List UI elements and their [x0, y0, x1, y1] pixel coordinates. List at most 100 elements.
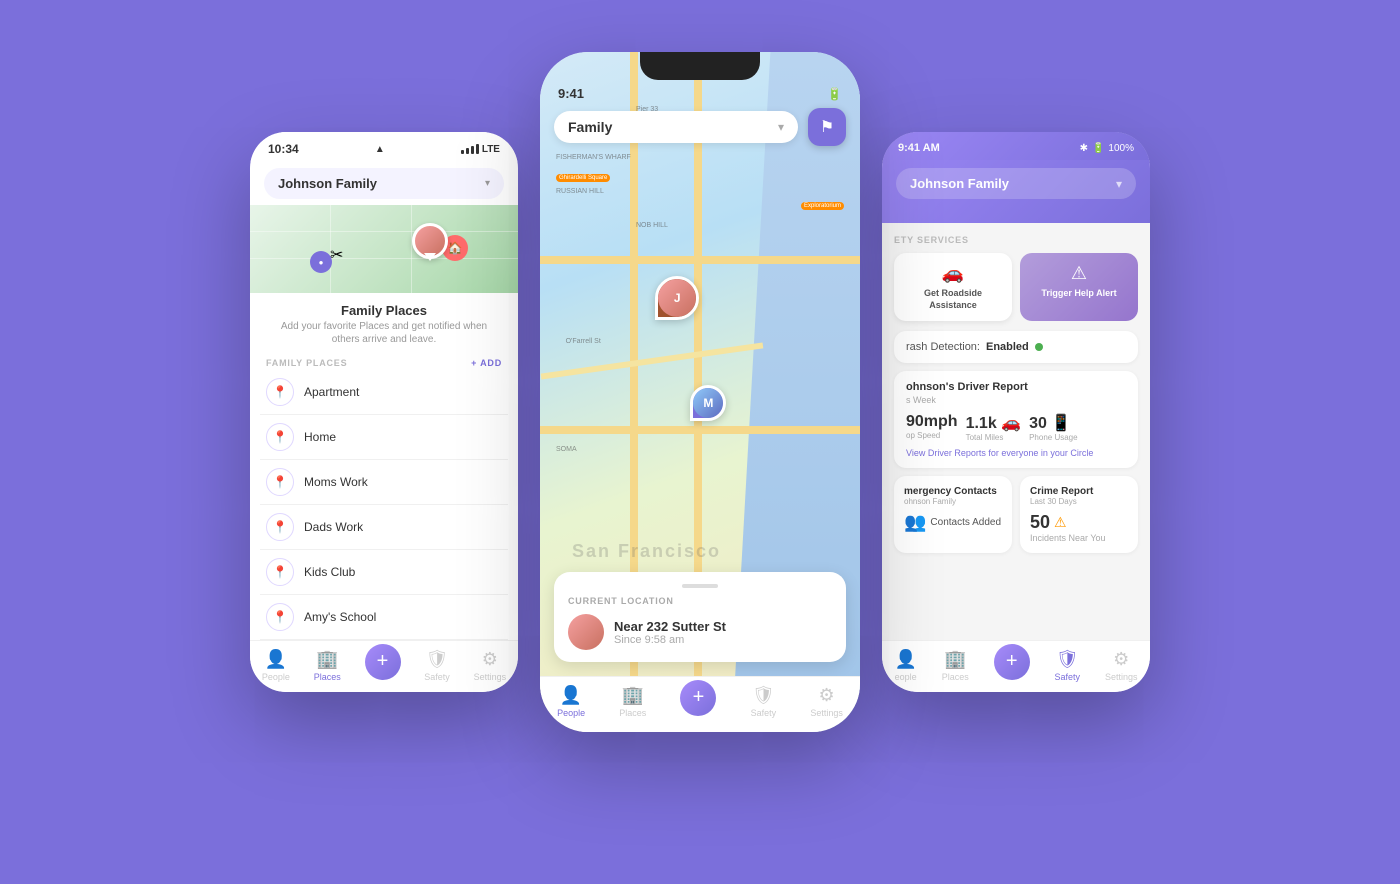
stat-speed-value: 90mph — [906, 413, 958, 431]
car-icon: 🚗 — [942, 263, 964, 284]
poi-exploratorium: Exploratorium — [801, 202, 844, 210]
driver-stats: 90mph op Speed 1.1k 🚗 Total Miles 30 📱 P… — [906, 413, 1126, 442]
place-item-home[interactable]: 📍 Home — [260, 415, 508, 460]
crash-detect-row: rash Detection: Enabled — [906, 341, 1126, 353]
current-location-label: CURRENT LOCATION — [568, 596, 832, 606]
right-nav-safety[interactable]: 🛡 Safety — [1055, 649, 1081, 682]
place-icon-apartment: 📍 — [266, 378, 294, 406]
stat-speed-label: op Speed — [906, 431, 958, 440]
stat-miles-value: 1.1k 🚗 — [966, 413, 1022, 433]
left-phone-inner: 10:34 ▲ LTE Johnson Family ▾ — [250, 132, 518, 692]
left-nav-safety[interactable]: 🛡 Safety — [424, 649, 450, 682]
right-nav-safety-label: Safety — [1055, 672, 1081, 682]
left-status-bar: 10:34 ▲ LTE — [250, 132, 518, 162]
right-phone-inner: 9:41 AM ✱ 🔋 100% Johnson Family ▾ ETY SE… — [882, 132, 1150, 692]
roadside-assistance-button[interactable]: 🚗 Get Roadside Assistance — [894, 253, 1012, 321]
flag-icon: ⚑ — [820, 117, 834, 137]
add-place-link[interactable]: + Add — [471, 358, 502, 368]
map-avatar-2: M — [690, 385, 726, 421]
driver-report-subtitle: s Week — [906, 395, 1126, 405]
right-nav-settings[interactable]: ⚙ Settings — [1105, 649, 1138, 682]
center-phone: 9:41 🔋 San Francisco FISHERMAN'S WHARF P… — [540, 52, 860, 732]
center-family-selector[interactable]: Family ▾ — [554, 111, 798, 143]
center-nav-safety-label: Safety — [751, 708, 777, 718]
right-nav-places[interactable]: 🏢 Places — [942, 649, 969, 682]
help-alert-button[interactable]: ⚠ Trigger Help Alert — [1020, 253, 1138, 321]
place-item-kids-club[interactable]: 📍 Kids Club — [260, 550, 508, 595]
center-nav-places-label: Places — [619, 708, 646, 718]
right-phone: 9:41 AM ✱ 🔋 100% Johnson Family ▾ ETY SE… — [882, 132, 1150, 692]
place-item-moms-work[interactable]: 📍 Moms Work — [260, 460, 508, 505]
emergency-row: 👥 Contacts Added — [904, 512, 1002, 533]
left-nav-people[interactable]: 👤 People — [262, 649, 290, 682]
battery-icon-right: 🔋 — [1092, 143, 1104, 154]
place-item-dads-work[interactable]: 📍 Dads Work — [260, 505, 508, 550]
avatar-circle-2: M — [693, 388, 723, 418]
street-soma: SOMA — [556, 446, 577, 453]
center-nav-safety[interactable]: 🛡 Safety — [751, 685, 777, 718]
center-nav-places[interactable]: 🏢 Places — [619, 685, 646, 718]
left-phone: 10:34 ▲ LTE Johnson Family ▾ — [250, 132, 518, 692]
right-nav-settings-label: Settings — [1105, 672, 1138, 682]
center-nav-plus[interactable]: + — [680, 680, 716, 716]
left-nav-plus[interactable]: + — [365, 644, 401, 680]
family-places-header: Family Places Add your favorite Places a… — [250, 293, 518, 352]
center-nav-settings[interactable]: ⚙ Settings — [810, 685, 843, 718]
current-location-since: Since 9:58 am — [614, 634, 726, 646]
left-family-selector[interactable]: Johnson Family ▾ — [264, 168, 504, 199]
section-label-text: FAMILY PLACES — [266, 358, 347, 368]
safety-services-title: ETY SERVICES — [894, 235, 1138, 245]
gear-icon-left: ⚙ — [482, 649, 498, 670]
green-marker: ● — [310, 251, 332, 273]
center-nav-people[interactable]: 👤 People — [557, 685, 585, 718]
family-places-title: Family Places — [266, 303, 502, 318]
phones-container: 10:34 ▲ LTE Johnson Family ▾ — [250, 52, 1150, 832]
place-icon-amys-school: 📍 — [266, 603, 294, 631]
place-item-amys-school[interactable]: 📍 Amy's School — [260, 595, 508, 640]
shield-icon-left: 🛡 — [426, 649, 449, 670]
map-avatar-1: J — [655, 276, 699, 320]
places-icon-right: 🏢 — [944, 649, 966, 670]
right-family-selector[interactable]: Johnson Family ▾ — [896, 168, 1136, 199]
people-icon-right: 👤 — [894, 649, 916, 670]
place-item-apartment[interactable]: 📍 Apartment — [260, 370, 508, 415]
view-reports-link[interactable]: View Driver Reports for everyone in your… — [906, 448, 1126, 458]
left-nav-safety-label: Safety — [424, 672, 450, 682]
bottom-cards: mergency Contacts ohnson Family 👥 Contac… — [894, 476, 1138, 553]
city-label: San Francisco — [572, 541, 721, 562]
center-notch — [640, 52, 760, 80]
current-location-avatar — [568, 614, 604, 650]
place-icon-kids-club: 📍 — [266, 558, 294, 586]
notification-button[interactable]: ⚑ — [808, 108, 846, 146]
stat-miles-label: Total Miles — [966, 433, 1022, 442]
people-icon-center: 👤 — [560, 685, 582, 706]
crime-subtitle: Last 30 Days — [1030, 497, 1128, 506]
left-nav-settings-label: Settings — [474, 672, 507, 682]
crash-label: rash Detection: — [906, 341, 980, 353]
safety-buttons: 🚗 Get Roadside Assistance ⚠ Trigger Help… — [894, 253, 1138, 321]
pin-tail — [424, 253, 436, 261]
roadside-label: Get Roadside Assistance — [900, 288, 1006, 311]
scissors-icon: ✂ — [330, 245, 343, 265]
place-icon-moms-work: 📍 — [266, 468, 294, 496]
left-nav-people-label: People — [262, 672, 290, 682]
street-nob-hill: NOB HILL — [636, 222, 668, 229]
stat-phone-value: 30 📱 — [1029, 413, 1077, 433]
map-road-h2 — [540, 426, 860, 434]
center-family-name: Family — [568, 119, 612, 135]
current-location-content: Near 232 Sutter St Since 9:58 am — [568, 614, 832, 650]
right-bottom-nav: 👤 eople 🏢 Places + 🛡 Safety ⚙ Settings — [882, 640, 1150, 692]
crime-row: 50 ⚠ — [1030, 512, 1128, 533]
left-nav-settings[interactable]: ⚙ Settings — [474, 649, 507, 682]
right-chevron-icon: ▾ — [1116, 177, 1122, 191]
left-bottom-nav: 👤 People 🏢 Places + 🛡 Safety ⚙ Settings — [250, 640, 518, 692]
map-road-diag — [541, 342, 764, 379]
left-map: 🏠 ✂ ● — [250, 205, 518, 293]
emergency-contacts-card: mergency Contacts ohnson Family 👥 Contac… — [894, 476, 1012, 553]
enabled-dot — [1035, 343, 1043, 351]
left-nav-places[interactable]: 🏢 Places — [314, 649, 341, 682]
right-nav-people[interactable]: 👤 eople — [894, 649, 916, 682]
center-nav-settings-label: Settings — [810, 708, 843, 718]
right-nav-plus[interactable]: + — [994, 644, 1030, 680]
street-ofarrell: O'Farrell St — [566, 338, 601, 345]
